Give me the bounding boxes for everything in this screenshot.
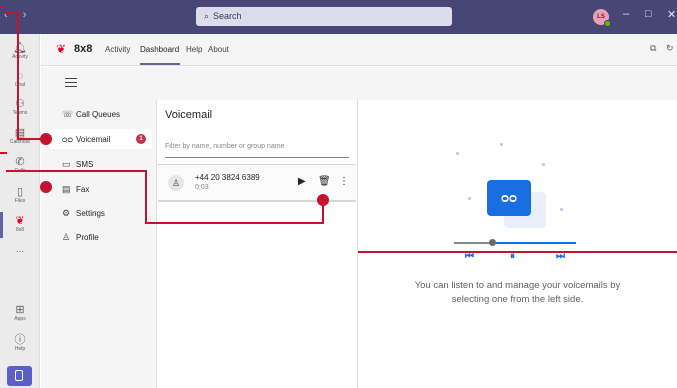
annotation-line	[6, 170, 146, 172]
menu-item-label: Fax	[76, 185, 90, 194]
play-icon[interactable]: ▶︎	[298, 176, 306, 187]
annotation-marker	[317, 194, 329, 206]
playback-progress-played	[454, 242, 490, 244]
teams-icon: ⚇	[15, 98, 25, 110]
playback-scrubber	[489, 239, 496, 246]
search-input[interactable]: ⌕ Search	[196, 7, 452, 26]
toolbar	[41, 67, 677, 100]
decor-dot	[560, 208, 563, 211]
menu-item-fax[interactable]: ▤ Fax	[50, 179, 152, 199]
call-queues-icon: ☏	[62, 109, 74, 119]
voicemail-icon: ᴑᴑ	[62, 134, 73, 144]
popout-icon[interactable]: ⧉	[650, 43, 656, 54]
file-icon: ▯	[16, 186, 24, 198]
menu-item-label: Profile	[76, 233, 99, 242]
annotation-line	[4, 12, 18, 14]
caller-number: +44 20 3824 6389	[195, 173, 260, 182]
decor-dot	[542, 163, 545, 166]
person-icon: ♙	[62, 232, 71, 242]
annotation-marker	[40, 133, 52, 145]
trash-icon[interactable]: 🗑︎	[318, 176, 331, 187]
empty-state-message: You can listen to and manage your voicem…	[414, 280, 621, 305]
decor-dot	[500, 143, 503, 146]
annotation-line	[145, 222, 324, 224]
rail-label: Chat	[14, 82, 26, 88]
rail-label: Files	[14, 198, 26, 204]
rail-item-calendar[interactable]: ▤ Calendar	[0, 127, 40, 146]
close-button[interactable]: ✕	[667, 8, 676, 21]
rail-item-files[interactable]: ▯ Files	[0, 186, 40, 205]
menu-item-profile[interactable]: ♙ Profile	[50, 227, 152, 247]
app-rail: 🔔︎ Activity ◌ Chat ⚇ Teams ▤ Calendar ✆ …	[0, 34, 40, 388]
menu-item-label: SMS	[76, 160, 94, 169]
more-options-icon[interactable]: ⋮	[339, 176, 349, 187]
unread-badge: 1	[136, 134, 146, 144]
menu-item-settings[interactable]: ⚙ Settings	[50, 203, 152, 223]
rail-item-teams[interactable]: ⚇ Teams	[0, 98, 40, 117]
annotation-line	[358, 251, 677, 253]
more-apps-button[interactable]: ...	[0, 244, 40, 255]
search-placeholder: Search	[213, 11, 242, 21]
rail-item-apps[interactable]: ⊞ Apps	[0, 304, 40, 323]
avatar-initials: LS	[597, 14, 605, 20]
detail-pane: ᴑᴑ ⏮︎ ⏸︎ ⏭︎ You can listen to and manage…	[358, 100, 677, 388]
maximize-button[interactable]: □	[645, 8, 652, 20]
annotation-line	[0, 6, 3, 8]
voicemail-duration: 0:03	[195, 184, 209, 191]
help-icon: ⓘ	[14, 334, 26, 346]
title-bar: ‹ › ⌕ Search LS – □ ✕	[0, 0, 677, 34]
menu-item-label: Call Queues	[76, 110, 121, 119]
rail-label: Help	[14, 346, 26, 352]
annotation-line	[17, 12, 19, 139]
minimize-button[interactable]: –	[623, 8, 629, 20]
device-icon	[15, 370, 23, 381]
rail-item-help[interactable]: ⓘ Help	[0, 334, 40, 353]
tab-help[interactable]: Help	[186, 45, 202, 54]
app-header: ❦ 8x8 Activity Dashboard Help About ⧉ ↻	[41, 34, 677, 66]
voicemail-title: Voicemail	[165, 109, 213, 121]
tab-activity[interactable]: Activity	[105, 45, 130, 54]
contact-avatar-icon: ♙	[168, 175, 184, 191]
voicemail-illustration-icon: ᴑᴑ	[487, 180, 531, 216]
avatar[interactable]: LS	[593, 9, 611, 27]
annotation-line	[145, 170, 147, 223]
phone-icon: ✆	[15, 156, 25, 168]
rail-label: Apps	[14, 316, 26, 322]
chat-icon: ◌	[16, 70, 24, 82]
tab-dashboard[interactable]: Dashboard	[140, 45, 179, 54]
voicemail-list-pane: Voicemail Filter by name, number or grou…	[157, 100, 358, 388]
rail-label: 8x8	[15, 227, 25, 233]
side-menu: ☏ Call Queues ᴑᴑ Voicemail 1 ▭ SMS ▤ Fax ⚙ Se…	[41, 100, 157, 388]
menu-item-call-queues[interactable]: ☏ Call Queues	[50, 104, 152, 124]
filter-input[interactable]: Filter by name, number or group name	[165, 140, 349, 158]
presence-available-icon	[604, 20, 611, 27]
apps-icon: ⊞	[15, 304, 25, 316]
rail-label: Teams	[12, 110, 28, 116]
rail-item-chat[interactable]: ◌ Chat	[0, 70, 40, 89]
rail-label: Calendar	[9, 139, 31, 145]
annotation-line	[0, 152, 7, 154]
gear-icon: ⚙	[62, 208, 71, 218]
8x8-logo-icon: ❦	[56, 42, 67, 56]
brand-name: 8x8	[74, 43, 93, 55]
device-button[interactable]	[7, 366, 32, 386]
menu-item-label: Settings	[76, 209, 105, 218]
active-tab-indicator	[140, 63, 180, 65]
rail-item-activity[interactable]: 🔔︎ Activity	[0, 42, 40, 61]
refresh-icon[interactable]: ↻	[666, 43, 674, 54]
menu-item-voicemail[interactable]: ᴑᴑ Voicemail 1	[50, 129, 152, 149]
rail-item-calls[interactable]: ✆ Calls	[0, 156, 40, 175]
menu-toggle-icon[interactable]	[65, 78, 77, 87]
8x8-logo-icon: ❦	[15, 215, 25, 227]
bell-icon: 🔔︎	[13, 42, 27, 54]
decor-dot	[468, 197, 471, 200]
rail-item-8x8[interactable]: ❦ 8x8	[0, 215, 40, 234]
fax-icon: ▤	[62, 184, 71, 194]
annotation-marker	[40, 181, 52, 193]
search-icon: ⌕	[204, 11, 210, 21]
menu-item-label: Voicemail	[76, 135, 111, 144]
rail-label: Activity	[12, 54, 28, 60]
decor-dot	[456, 152, 459, 155]
tab-about[interactable]: About	[208, 45, 229, 54]
